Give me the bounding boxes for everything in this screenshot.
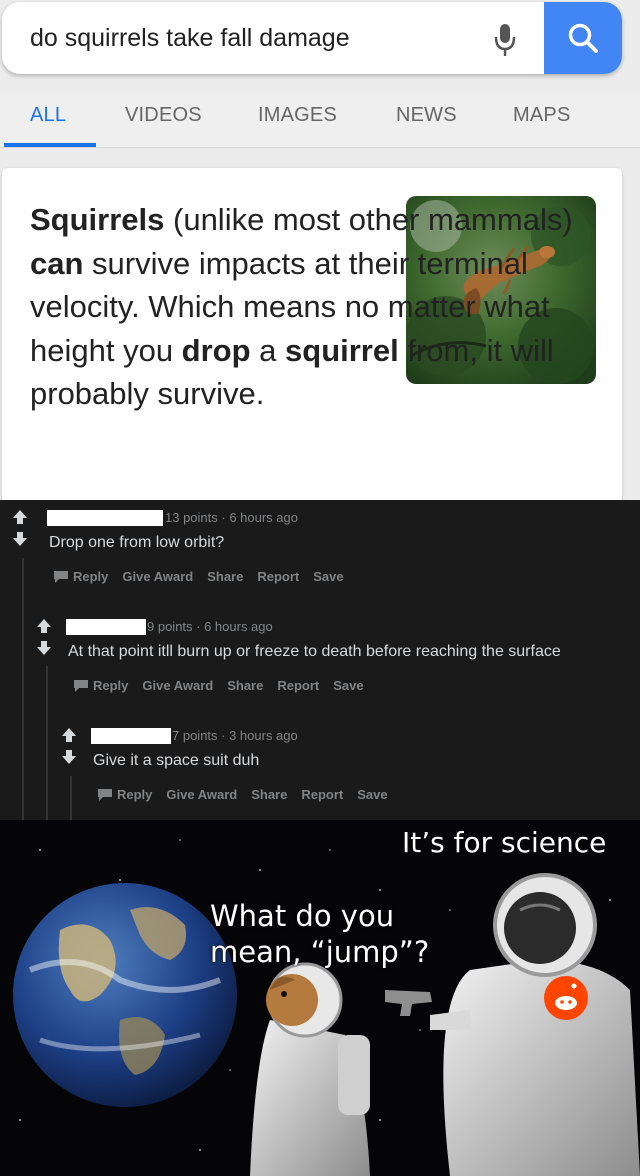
reply-icon (54, 570, 68, 583)
tab-images[interactable]: IMAGES (258, 104, 337, 127)
upvote-icon[interactable] (12, 510, 28, 524)
snippet-text: Squirrels (unlike most other mammals) ca… (30, 198, 600, 416)
reply-label: Reply (93, 678, 129, 693)
reply-button[interactable]: Reply (54, 569, 108, 584)
reply-icon (74, 679, 88, 692)
search-bar[interactable]: do squirrels take fall damage (2, 2, 622, 74)
comment-body: At that point itll burn up or freeze to … (68, 643, 561, 660)
redacted-username[interactable] (47, 510, 163, 526)
thread-line[interactable] (22, 558, 24, 820)
downvote-icon[interactable] (12, 532, 28, 546)
snippet-span: (unlike most other mammals) (164, 202, 573, 237)
search-button[interactable] (544, 2, 622, 74)
reply-label: Reply (73, 569, 109, 584)
tab-videos[interactable]: VIDEOS (125, 104, 202, 127)
reply-icon (98, 788, 112, 801)
share-button[interactable]: Share (207, 569, 243, 584)
reply-button[interactable]: Reply (98, 787, 152, 802)
comment-meta: 9 points · 6 hours ago (147, 619, 273, 634)
redacted-username[interactable] (66, 619, 146, 635)
squirrel-astronaut (250, 962, 370, 1176)
downvote-icon[interactable] (36, 641, 52, 655)
downvote-icon[interactable] (61, 750, 77, 764)
featured-snippet-card: Squirrels (unlike most other mammals) ca… (2, 168, 622, 500)
microphone-icon[interactable] (490, 20, 520, 60)
space-scene (13, 839, 640, 1176)
save-button[interactable]: Save (333, 678, 363, 693)
report-button[interactable]: Report (257, 569, 299, 584)
tab-maps[interactable]: MAPS (513, 104, 570, 127)
reply-label: Reply (117, 787, 153, 802)
comment-meta: 7 points · 3 hours ago (172, 728, 298, 743)
share-button[interactable]: Share (251, 787, 287, 802)
save-button[interactable]: Save (313, 569, 343, 584)
vote-controls (61, 728, 81, 764)
search-tabs: ALL VIDEOS IMAGES NEWS MAPS (0, 92, 640, 148)
reply-button[interactable]: Reply (74, 678, 128, 693)
search-query-text[interactable]: do squirrels take fall damage (30, 24, 350, 53)
meme-caption-top: It’s for science (402, 826, 607, 859)
snippet-bold: squirrel (285, 332, 399, 368)
reddit-comment-thread: 13 points · 6 hours ago Drop one from lo… (0, 500, 640, 820)
report-button[interactable]: Report (277, 678, 319, 693)
search-icon (568, 23, 598, 53)
redacted-username[interactable] (91, 728, 171, 744)
upvote-icon[interactable] (36, 619, 52, 633)
vote-controls (36, 619, 56, 655)
give-award-button[interactable]: Give Award (122, 569, 193, 584)
comment-meta: 13 points · 6 hours ago (165, 510, 298, 525)
comment-body: Give it a space suit duh (93, 752, 260, 769)
comment-body: Drop one from low orbit? (49, 534, 225, 551)
comment-actions: Reply Give Award Share Report Save (54, 569, 344, 584)
upvote-icon[interactable] (61, 728, 77, 742)
report-button[interactable]: Report (301, 787, 343, 802)
comment-actions: Reply Give Award Share Report Save (98, 787, 388, 802)
astronaut-meme-image: It’s for science What do you mean, “jump… (0, 820, 640, 1176)
tab-news[interactable]: NEWS (396, 104, 457, 127)
save-button[interactable]: Save (357, 787, 387, 802)
tab-all[interactable]: ALL (30, 104, 66, 127)
earth (13, 883, 237, 1107)
snippet-bold: Squirrels (30, 202, 165, 237)
thread-line[interactable] (70, 776, 72, 820)
give-award-button[interactable]: Give Award (142, 678, 213, 693)
share-button[interactable]: Share (227, 678, 263, 693)
snippet-bold: can (30, 245, 84, 281)
snippet-span: a (250, 332, 286, 368)
meme-caption-middle: What do you mean, “jump”? (210, 899, 430, 969)
snippet-bold: drop (181, 332, 251, 368)
give-award-button[interactable]: Give Award (166, 787, 237, 802)
tabs-divider (0, 147, 640, 148)
comment-actions: Reply Give Award Share Report Save (74, 678, 364, 693)
vote-controls (12, 510, 32, 546)
thread-line[interactable] (46, 666, 48, 820)
google-search-section: do squirrels take fall damage ALL VIDEOS… (0, 0, 640, 500)
